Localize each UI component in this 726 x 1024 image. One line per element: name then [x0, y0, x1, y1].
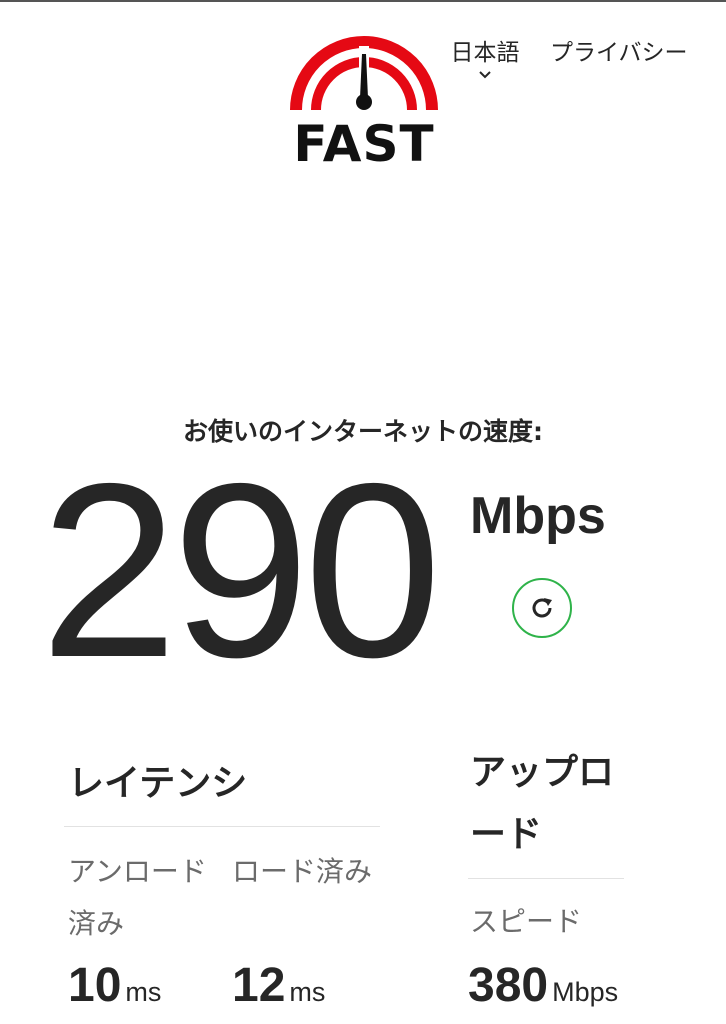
- logo-text: FAST: [293, 115, 435, 173]
- fast-logo[interactable]: FAST: [288, 34, 440, 173]
- language-label: 日本語: [450, 40, 520, 66]
- privacy-link[interactable]: プライバシー: [550, 38, 688, 68]
- refresh-icon: [532, 598, 552, 618]
- upload-divider: [468, 878, 624, 879]
- loaded-latency-unit: ms: [289, 977, 326, 1007]
- latency-title: レイテンシ: [68, 763, 248, 804]
- download-speed-value: 290: [40, 431, 442, 709]
- upload-speed-label: スピード: [470, 905, 583, 938]
- download-speed-units: Mbps: [470, 487, 606, 545]
- upload-speed-unit: Mbps: [552, 977, 619, 1007]
- upload-speed-value: 380 Mbps: [468, 956, 618, 1024]
- unloaded-latency-unit: ms: [125, 977, 162, 1007]
- upload-title: アップロード: [470, 752, 615, 855]
- unloaded-latency-label: アンロード済み: [68, 855, 207, 940]
- upload-speed-number: 380: [468, 959, 549, 1012]
- fast-speedtest-page: FAST 日本語 プライバシー お使いのインターネットの速度: 290 Mbps…: [0, 0, 726, 1024]
- refresh-button[interactable]: [512, 578, 572, 638]
- speedometer-icon: [290, 36, 438, 111]
- unloaded-latency-number: 10: [68, 959, 122, 1012]
- language-selector[interactable]: 日本語: [446, 38, 524, 80]
- unloaded-latency-value: 10 ms: [68, 956, 161, 1024]
- chevron-down-icon: [479, 71, 491, 79]
- loaded-latency-value: 12 ms: [232, 956, 325, 1024]
- loaded-latency-number: 12: [232, 959, 286, 1012]
- top-border: [0, 0, 726, 2]
- latency-divider: [64, 826, 380, 827]
- loaded-latency-label: ロード済み: [232, 855, 373, 888]
